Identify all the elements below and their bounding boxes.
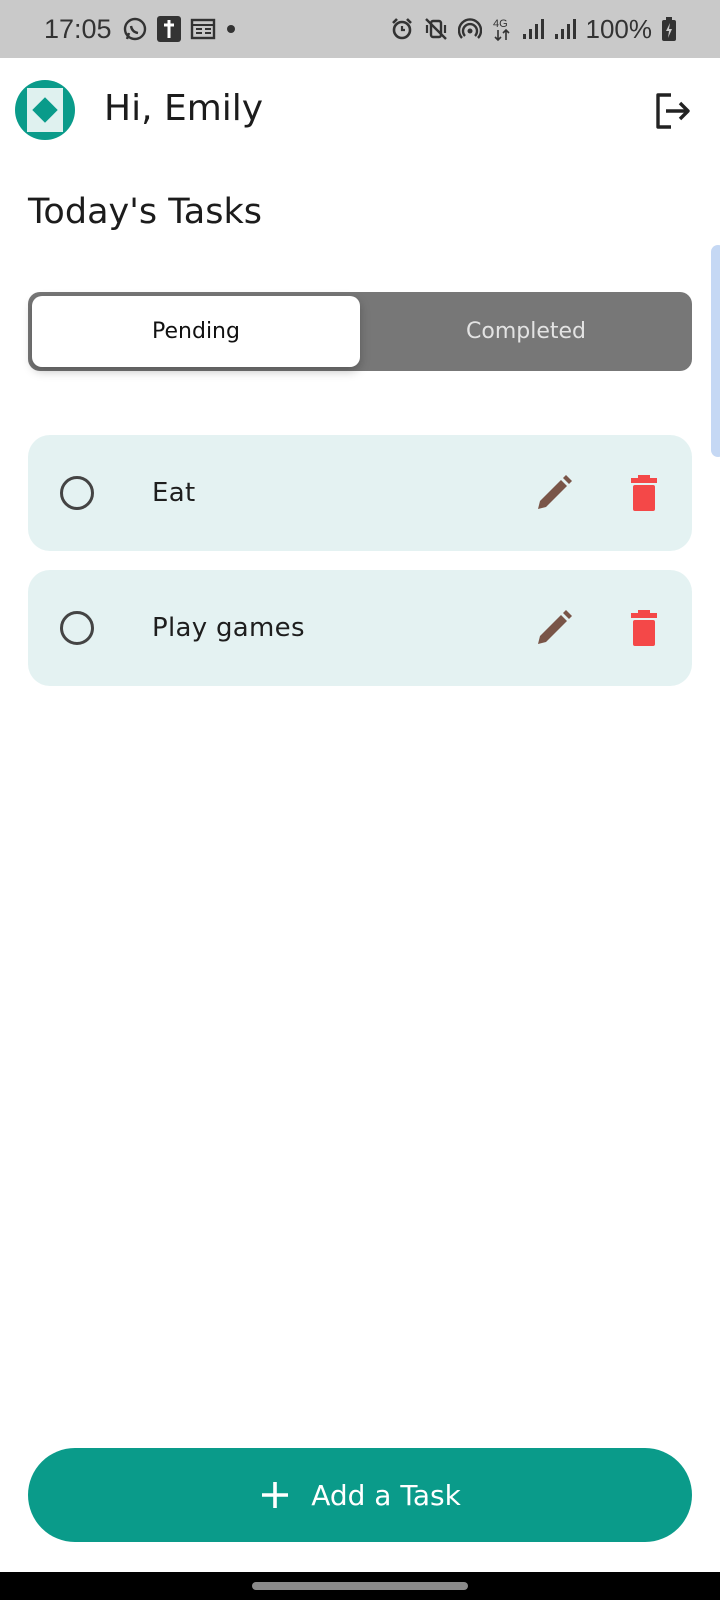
edit-task-button[interactable]: [534, 608, 574, 648]
whatsapp-icon: [123, 17, 146, 41]
pencil-icon: [538, 610, 572, 644]
tab-pending[interactable]: Pending: [32, 296, 360, 367]
task-label: Eat: [152, 478, 196, 508]
greeting-text: Hi, Emily: [104, 88, 264, 129]
scroll-indicator[interactable]: [711, 245, 720, 457]
add-task-button[interactable]: Add a Task: [28, 1448, 692, 1542]
logout-icon: [656, 93, 690, 129]
dot-icon: [226, 25, 235, 33]
vibrate-off-icon: [424, 18, 447, 40]
edit-task-button[interactable]: [534, 473, 574, 513]
logout-button[interactable]: [650, 88, 696, 134]
signal-icon-2: [554, 19, 576, 39]
trash-icon: [631, 475, 657, 511]
task-item: Eat: [28, 435, 692, 551]
cross-app-icon: [156, 16, 181, 42]
trash-icon: [631, 610, 657, 646]
page-title: Today's Tasks: [28, 192, 262, 232]
task-complete-checkbox[interactable]: [60, 476, 94, 510]
system-nav-bar: [0, 1572, 720, 1600]
avatar[interactable]: [15, 80, 75, 140]
battery-percent: 100%: [585, 13, 653, 44]
tab-completed[interactable]: Completed: [360, 296, 692, 367]
task-item: Play games: [28, 570, 692, 686]
task-label: Play games: [152, 613, 305, 643]
delete-task-button[interactable]: [624, 473, 664, 513]
status-bar: 17:05 4G 100%: [0, 0, 720, 58]
status-time: 17:05: [44, 13, 112, 44]
home-handle[interactable]: [252, 1582, 468, 1590]
battery-charging-icon: [662, 17, 676, 41]
pencil-icon: [538, 475, 572, 509]
news-icon: [190, 18, 215, 40]
delete-task-button[interactable]: [624, 608, 664, 648]
signal-icon: [522, 19, 544, 39]
hotspot-icon: [457, 18, 482, 39]
app-header: Hi, Emily: [0, 58, 720, 168]
network-4g-icon: 4G: [493, 18, 510, 42]
plus-icon: [262, 1482, 289, 1508]
add-task-label: Add a Task: [311, 1478, 461, 1512]
alarm-icon: [391, 18, 412, 40]
task-list: Eat Play games: [28, 435, 692, 705]
task-filter-tabs: Pending Completed: [28, 292, 692, 371]
task-complete-checkbox[interactable]: [60, 611, 94, 645]
svg-text:4G: 4G: [493, 18, 508, 30]
